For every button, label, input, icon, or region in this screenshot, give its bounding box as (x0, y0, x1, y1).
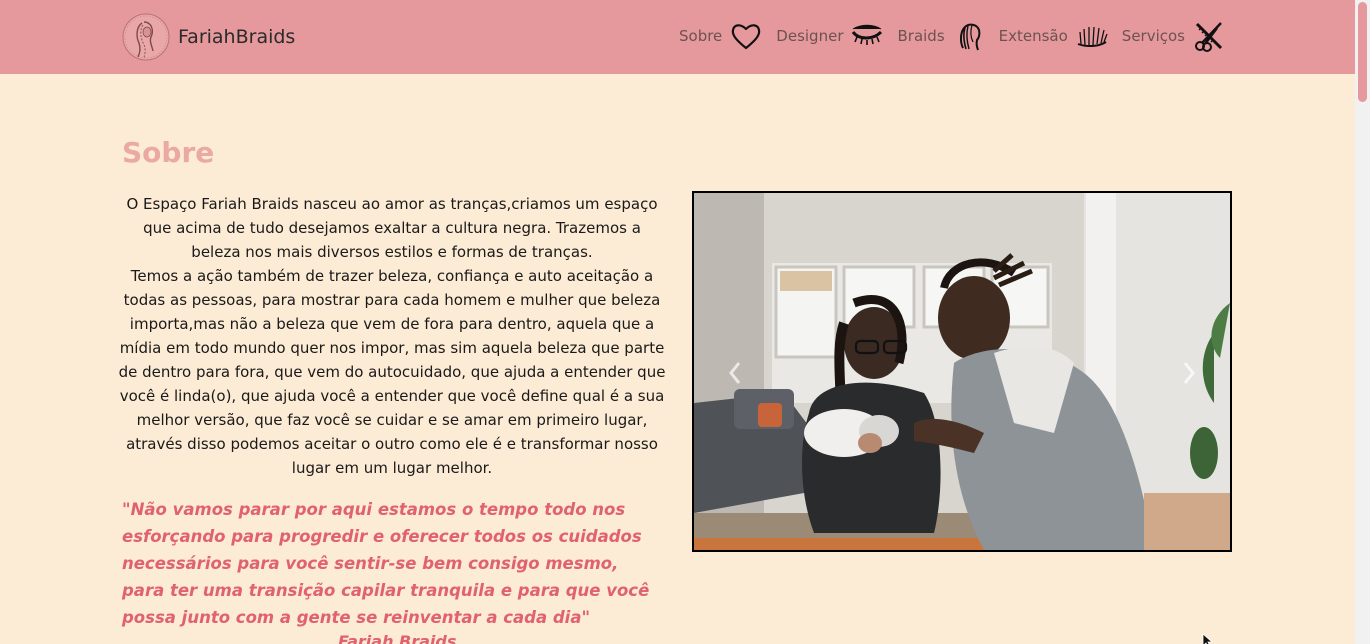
carousel-photo (694, 193, 1230, 550)
about-paragraph: Temos a ação também de trazer beleza, co… (118, 267, 666, 477)
chevron-left-icon (729, 362, 741, 384)
scrollbar-thumb[interactable] (1358, 2, 1367, 102)
nav-item-braids[interactable]: Braids (897, 20, 984, 52)
lash-extension-icon (1077, 26, 1108, 48)
mouse-cursor-icon (1202, 633, 1214, 644)
section-title: Sobre (122, 136, 215, 169)
nav-label: Sobre (679, 27, 723, 45)
nav-item-sobre[interactable]: Sobre (679, 20, 762, 52)
about-text: O Espaço Fariah Braids nasceu ao amor as… (118, 192, 666, 480)
page-scrollbar[interactable] (1355, 0, 1370, 644)
nav-item-designer[interactable]: Designer (776, 20, 883, 52)
carousel-prev-button[interactable] (720, 353, 750, 393)
quote: "Não vamos parar por aqui estamos o temp… (122, 500, 650, 627)
navbar: FariahBraids Sobre Designer Braids Exten… (0, 0, 1355, 74)
page: FariahBraids Sobre Designer Braids Exten… (0, 0, 1370, 644)
about-paragraph: O Espaço Fariah Braids nasceu ao amor as… (126, 195, 658, 261)
brand-link[interactable]: FariahBraids (122, 12, 295, 62)
scissors-comb-icon (1195, 22, 1223, 52)
photo-carousel (692, 191, 1232, 552)
nav-label: Extensão (998, 27, 1068, 45)
nav-label: Braids (897, 27, 945, 45)
nav-label: Serviços (1121, 27, 1185, 45)
braided-head-icon (959, 23, 981, 51)
nav-item-extensao[interactable]: Extensão (999, 20, 1108, 52)
main-nav: Sobre Designer Braids Extensão Serviços (665, 16, 1225, 56)
quote-signature: Fariah Braids (338, 632, 457, 644)
brand-logo (122, 13, 170, 61)
brand-name: FariahBraids (178, 26, 296, 48)
heart-icon (732, 24, 761, 50)
nav-label: Designer (776, 27, 844, 45)
nav-item-servicos[interactable]: Serviços (1122, 20, 1225, 52)
carousel-next-button[interactable] (1174, 353, 1204, 393)
eyelash-icon (852, 24, 883, 45)
chevron-right-icon (1183, 362, 1195, 384)
